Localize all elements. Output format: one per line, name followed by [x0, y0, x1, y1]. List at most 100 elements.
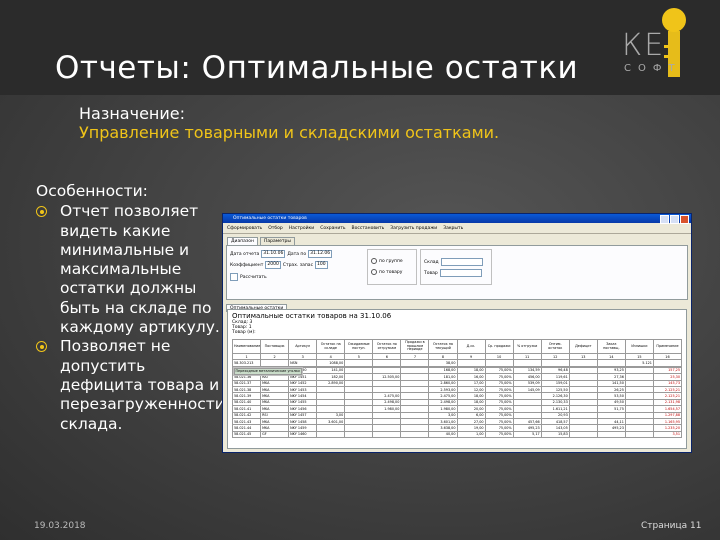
minimize-icon[interactable] — [660, 215, 669, 224]
item-input[interactable] — [439, 269, 482, 277]
table-row: 58.021.45 GF NKY 1460 40,00 1,00 75,00% 5,17 15… — [231, 430, 683, 439]
table-cell: GF — [260, 430, 290, 439]
toolbar-settings-button[interactable]: Настройки — [289, 226, 314, 231]
table-cell: Оптим. остаток — [540, 339, 570, 354]
purpose-text: Управление товарными и складскими остатк… — [79, 123, 500, 142]
table-cell: % отгрузки — [512, 339, 542, 354]
report-title: Оптимальные остатки товаров на 31.10.06 — [232, 312, 392, 320]
features-heading: Особенности: — [36, 182, 148, 200]
table-cell: Артикул — [288, 339, 318, 354]
table-cell: 15,83 — [540, 430, 570, 439]
table-cell — [652, 359, 683, 367]
table-cell: Продажи в прошлом периоде — [400, 339, 430, 354]
bullet-icon — [36, 206, 47, 218]
report-sheet: Оптимальные остатки товаров на 31.10.06 … — [227, 309, 687, 449]
warehouse-label: Склад — [424, 259, 439, 265]
radio-label: по группе — [379, 258, 403, 264]
feature-text: Позволяет не допустить дефицита товара и… — [60, 337, 225, 433]
date-from-input[interactable]: 31.10.06 — [261, 250, 286, 258]
table-cell: Ожидаемые поступ. — [344, 339, 374, 354]
calc-checkbox-label: Рассчитать — [240, 274, 267, 280]
table-cell: 58.303.213 — [231, 359, 262, 367]
table-cell: Излишки — [624, 339, 654, 354]
table-cell: 58.021.45 — [231, 430, 262, 439]
filter-box: Склад Товар — [420, 249, 492, 285]
table-cell — [400, 430, 430, 439]
app-toolbar: Сформировать Отбор Настройки Сохранить В… — [223, 223, 691, 234]
table-cell: 1088,00 — [316, 359, 346, 367]
table-cell: 5,17 — [512, 430, 542, 439]
table-cell: 38,00 — [428, 359, 458, 367]
table-cell: NKY 1460 — [288, 430, 318, 439]
table-group-label: Переходные металлические уголки — [233, 367, 302, 376]
toolbar-load-sales-button[interactable]: Загрузить продажи — [390, 226, 437, 231]
table-cell: NSN — [288, 359, 318, 367]
date-to-label: Дата по — [287, 251, 307, 257]
param-tabs: Диапазон Параметры — [223, 236, 691, 245]
table-cell — [372, 359, 402, 367]
table-cell — [596, 430, 626, 439]
table-cell — [568, 430, 598, 439]
slide-title: Отчеты: Оптимальные остатки — [55, 50, 579, 86]
table-cell — [344, 359, 374, 367]
toolbar-restore-button[interactable]: Восстановить — [352, 226, 385, 231]
footer-date: 19.03.2018 — [34, 521, 86, 531]
table-cell: Остаток по отгрузкам — [372, 339, 402, 354]
feature-text: Отчет позволяет видеть какие минимальные… — [60, 202, 220, 337]
table-cell — [456, 359, 486, 367]
tab-range[interactable]: Диапазон — [227, 237, 258, 245]
table-cell — [624, 430, 654, 439]
slide: Отчеты: Оптимальные остатки КЕ СОФТ Назн… — [0, 0, 720, 540]
grouping-box: по группе по товару — [367, 249, 417, 285]
window-titlebar: Оптимальные остатки товаров — [223, 214, 691, 224]
bullet-icon — [36, 341, 47, 353]
table-cell: 75,00% — [484, 430, 514, 439]
window-title: Оптимальные остатки товаров — [233, 216, 307, 221]
coef-input[interactable]: 2000 — [265, 261, 281, 269]
toolbar-generate-button[interactable]: Сформировать — [227, 226, 262, 231]
table-cell: 1,00 — [456, 430, 486, 439]
close-icon[interactable] — [680, 215, 689, 224]
table-cell: Остаток на текущий — [428, 339, 458, 354]
table-header-row: Наименование Поставщик Артикул Остаток на с… — [231, 339, 683, 354]
table-cell — [260, 359, 290, 367]
table-cell: Поставщик — [260, 339, 290, 354]
table-cell — [568, 359, 598, 367]
table-cell — [484, 359, 514, 367]
toolbar-close-button[interactable]: Закрыть — [443, 226, 463, 231]
table-group-row: Переходные металлические уголки — [232, 366, 303, 377]
warehouse-input[interactable] — [440, 258, 483, 266]
table-cell: Дефицит — [568, 339, 598, 354]
features-list: Особенности: Отчет позволяет видеть каки… — [36, 182, 226, 434]
footer-page-number: Страница 11 — [641, 521, 702, 531]
purpose-label: Назначение: — [79, 104, 185, 123]
radio-by-group[interactable] — [371, 258, 377, 264]
params-panel: Дата отчета 31.10.06 Дата по 31.12.06 Ко… — [226, 245, 688, 300]
coef2-label: Страх. запас — [282, 262, 314, 268]
table-cell — [372, 430, 402, 439]
table-cell: 3,51 — [652, 430, 683, 439]
table-cell: Ср. продажи — [484, 339, 514, 354]
toolbar-filter-button[interactable]: Отбор — [268, 226, 283, 231]
table-cell: Наименование — [231, 339, 262, 354]
coef2-input[interactable]: 100 — [315, 261, 328, 269]
logo-subtext: СОФТ — [624, 63, 682, 74]
table-cell — [316, 430, 346, 439]
table-cell — [344, 430, 374, 439]
coef-label: Коэффициент — [230, 262, 264, 268]
table-cell — [596, 359, 626, 367]
date-from-label: Дата отчета — [230, 251, 260, 257]
table-cell: Примечание — [652, 339, 683, 354]
table-cell — [540, 359, 570, 367]
toolbar-save-button[interactable]: Сохранить — [320, 226, 345, 231]
table-cell: Д.ск. — [456, 339, 486, 354]
maximize-icon[interactable] — [670, 215, 679, 224]
feature-bullet: Отчет позволяет видеть какие минимальные… — [36, 202, 226, 337]
table-cell — [512, 359, 542, 367]
date-to-input[interactable]: 31.12.06 — [308, 250, 333, 258]
radio-by-item[interactable] — [371, 269, 377, 275]
calc-checkbox[interactable] — [230, 273, 238, 281]
table-cell — [400, 359, 430, 367]
feature-bullet: Позволяет не допустить дефицита товара и… — [36, 337, 226, 433]
tab-parameters[interactable]: Параметры — [260, 237, 295, 245]
